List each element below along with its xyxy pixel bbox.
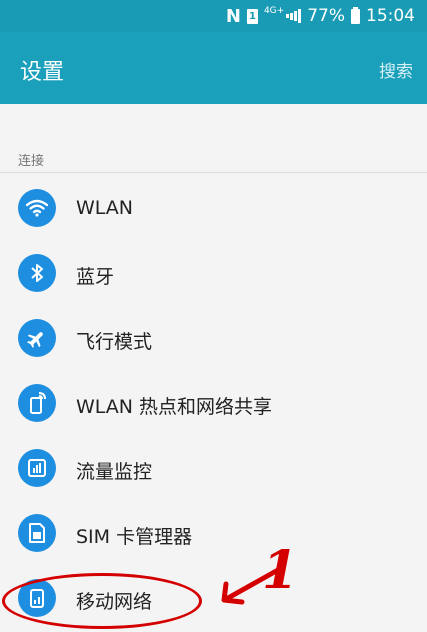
airplane-icon — [18, 319, 56, 357]
list-item-label: 流量监控 — [76, 461, 153, 483]
list-item-label: SIM 卡管理器 — [76, 526, 193, 548]
battery-percent: 77% — [307, 6, 345, 26]
section-divider — [0, 172, 427, 173]
clock: 15:04 — [366, 6, 415, 26]
settings-content: 连接 WLAN 蓝牙 飞行模式 WLAN 热点和网络共享 流量监控 SIM 卡管… — [0, 104, 427, 617]
list-item-data-usage[interactable]: 流量监控 — [0, 437, 427, 502]
section-header-connections: 连接 — [18, 154, 45, 169]
list-item-wlan[interactable]: WLAN — [0, 177, 427, 242]
annotation-number: 1 — [262, 540, 299, 601]
bluetooth-icon — [18, 254, 56, 292]
sim-card-icon — [18, 514, 56, 552]
data-usage-icon — [18, 449, 56, 487]
list-item-bluetooth[interactable]: 蓝牙 — [0, 242, 427, 307]
status-bar: N 1 4G+ 77% 15:04 — [0, 0, 427, 32]
list-item-label: WLAN 热点和网络共享 — [76, 396, 273, 418]
sim-icon: 1 — [246, 8, 258, 24]
hotspot-icon — [18, 384, 56, 422]
battery-icon — [351, 6, 360, 24]
wifi-icon — [18, 189, 56, 227]
list-item-sim-card-manager[interactable]: SIM 卡管理器 — [0, 502, 427, 567]
signal-icon — [286, 9, 302, 23]
list-item-airplane-mode[interactable]: 飞行模式 — [0, 307, 427, 372]
list-item-label: 蓝牙 — [76, 266, 115, 288]
app-bar: 设置 搜索 — [0, 32, 427, 104]
page-title: 设置 — [20, 60, 65, 85]
network-type: 4G+ — [263, 6, 285, 16]
list-item-label: 飞行模式 — [76, 331, 153, 353]
carrier-icon: N — [225, 5, 241, 27]
list-item-wlan-hotspot[interactable]: WLAN 热点和网络共享 — [0, 372, 427, 437]
list-item-label: WLAN — [76, 197, 134, 219]
search-button[interactable]: 搜索 — [379, 57, 413, 82]
annotation-circle — [2, 573, 202, 629]
